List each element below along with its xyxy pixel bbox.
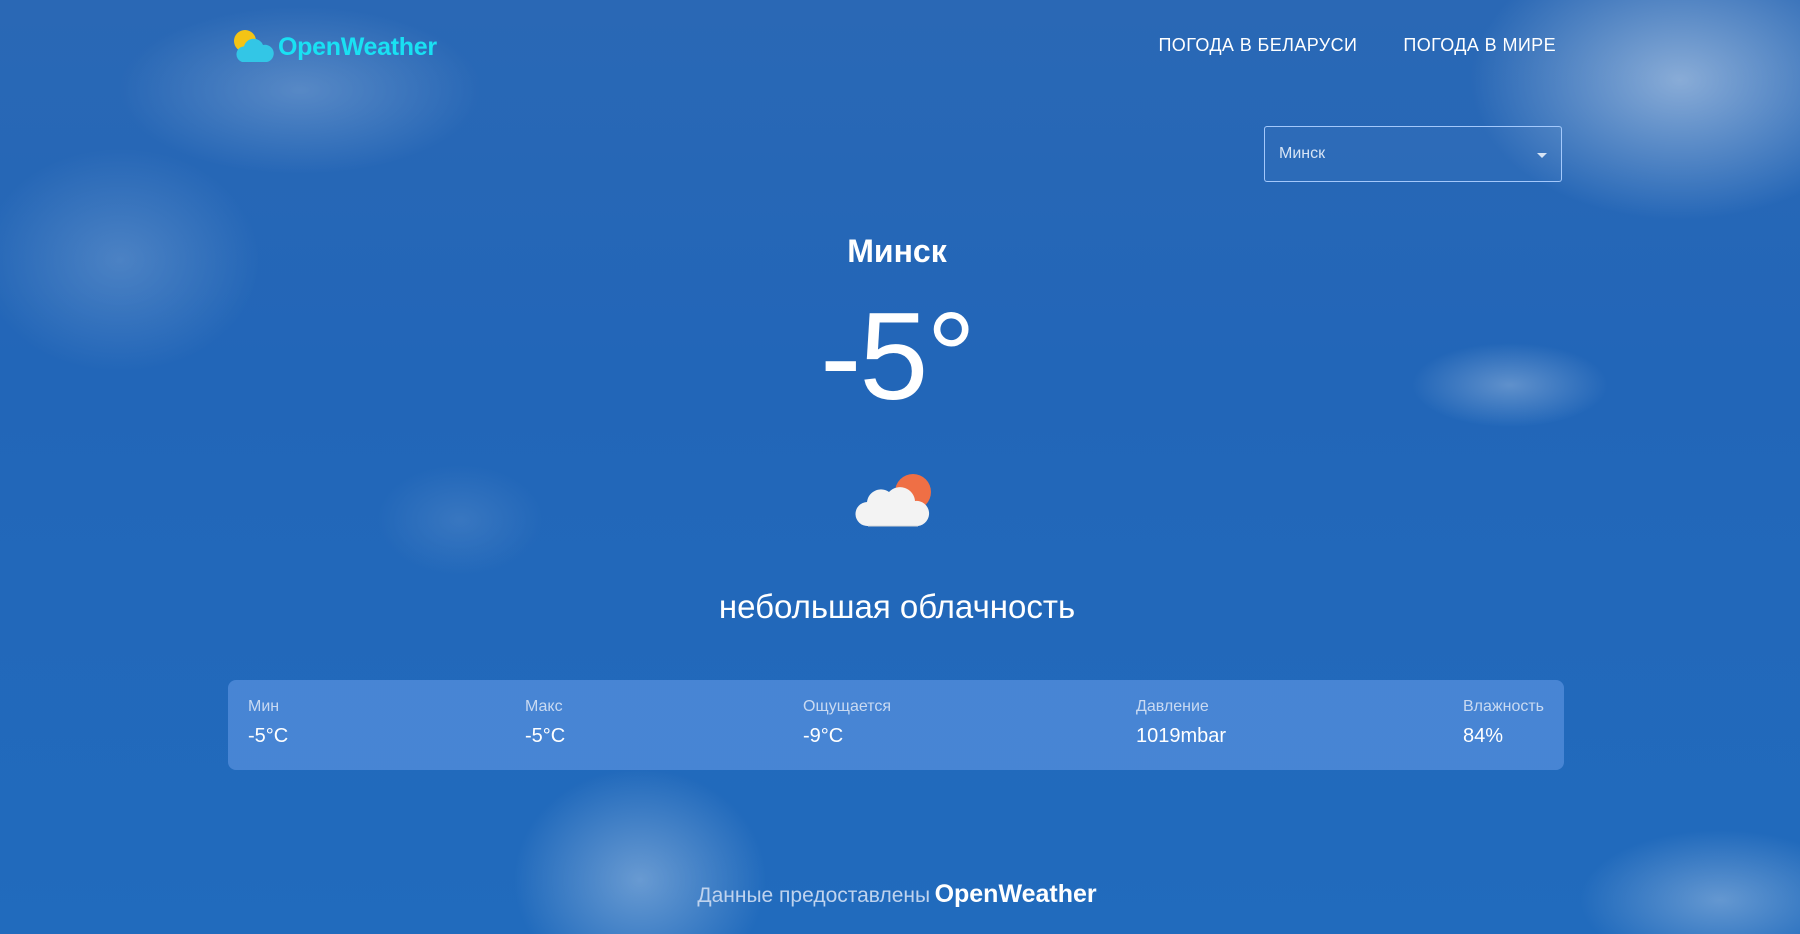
stat-value: -5°C xyxy=(248,725,289,747)
stat-value: 84% xyxy=(1463,725,1504,747)
weather-description: небольшая облачность xyxy=(718,588,1076,625)
current-temperature: -5° xyxy=(820,288,976,426)
stat-label: Макс xyxy=(525,698,563,715)
stat-max: Макс -5°C xyxy=(525,698,565,748)
footer-brand-link[interactable]: OpenWeather xyxy=(935,880,1097,908)
city-title: Минск xyxy=(847,233,947,269)
city-select-value: Минск xyxy=(1279,145,1326,162)
city-select[interactable]: Минск xyxy=(1264,126,1562,182)
stat-label: Мин xyxy=(248,698,280,715)
stat-value: -9°C xyxy=(803,725,844,747)
openweather-logo-icon xyxy=(232,28,274,66)
footer-label: Данные предоставлены xyxy=(697,884,931,907)
brand-logo[interactable]: OpenWeather xyxy=(232,28,437,66)
stat-label: Ощущается xyxy=(803,698,892,715)
stat-value: -5°C xyxy=(525,725,566,747)
main-nav: ПОГОДА В БЕЛАРУСИ ПОГОДА В МИРЕ xyxy=(1158,35,1556,56)
stat-min: Мин -5°C xyxy=(248,698,288,748)
stat-humidity: Влажность 84% xyxy=(1463,698,1544,748)
weather-page: OpenWeather ПОГОДА В БЕЛАРУСИ ПОГОДА В М… xyxy=(0,0,1800,934)
stat-value: 1019mbar xyxy=(1136,725,1227,747)
nav-belarus-weather[interactable]: ПОГОДА В БЕЛАРУСИ xyxy=(1158,35,1357,56)
footer-attribution: Данные предоставлены OpenWeather xyxy=(0,880,1794,909)
stat-label: Влажность xyxy=(1463,698,1545,715)
nav-world-weather[interactable]: ПОГОДА В МИРЕ xyxy=(1403,35,1556,56)
stat-pressure: Давление 1019mbar xyxy=(1136,698,1226,748)
partly-cloudy-icon xyxy=(854,470,938,532)
stat-feels-like: Ощущается -9°C xyxy=(803,698,891,748)
brand-name: OpenWeather xyxy=(278,32,437,61)
dropdown-caret-icon xyxy=(1537,153,1547,158)
stat-label: Давление xyxy=(1136,698,1209,715)
weather-stats-panel: Мин -5°C Макс -5°C Ощущается -9°C Давлен… xyxy=(228,680,1564,770)
